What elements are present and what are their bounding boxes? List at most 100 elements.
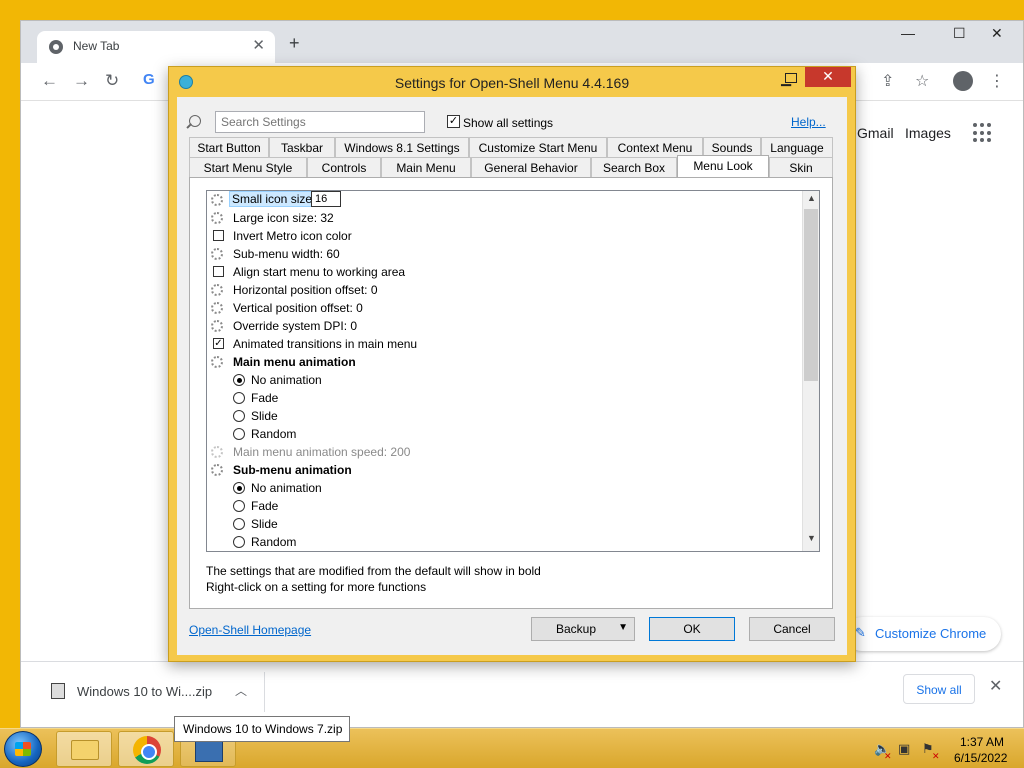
tab-new-tab[interactable]: New Tab ✕ bbox=[37, 31, 275, 63]
settings-tree: Small icon size 16 Large icon size: 32 I… bbox=[206, 190, 820, 552]
taskbar-chrome[interactable] bbox=[118, 731, 174, 767]
dialog-titlebar[interactable]: Settings for Open-Shell Menu 4.4.169 ▁ ✕ bbox=[169, 67, 855, 97]
flag-x-icon: ✕ bbox=[932, 751, 940, 761]
download-bar: Windows 10 to Wi....zip ︿ Show all ✕ bbox=[21, 661, 1023, 723]
tab-start-button[interactable]: Start Button bbox=[189, 137, 269, 157]
show-all-button[interactable]: Show all bbox=[903, 674, 975, 704]
setting-checkbox[interactable] bbox=[213, 230, 224, 241]
tab-customize-start-menu[interactable]: Customize Start Menu bbox=[469, 137, 607, 157]
scroll-thumb[interactable] bbox=[804, 209, 818, 381]
download-item[interactable]: Windows 10 to Wi....zip ︿ bbox=[35, 672, 265, 712]
setting-gear-icon bbox=[211, 302, 223, 314]
ok-button[interactable]: OK bbox=[649, 617, 735, 641]
customize-chrome-button[interactable]: ✎ Customize Chrome bbox=[845, 617, 1001, 651]
tab-start-menu-style[interactable]: Start Menu Style bbox=[189, 157, 307, 177]
customize-chrome-label: Customize Chrome bbox=[875, 626, 987, 641]
tab-skin[interactable]: Skin bbox=[769, 157, 833, 177]
small-icon-size-input[interactable]: 16 bbox=[311, 191, 341, 207]
radio-button[interactable] bbox=[233, 500, 245, 512]
new-tab-button[interactable]: + bbox=[289, 33, 300, 54]
taskbar: 🔈 ✕ ▣ ⚑ ✕ 1:37 AM 6/15/2022 bbox=[0, 728, 1024, 768]
radio-label: No animation bbox=[251, 481, 322, 495]
hint-right-click: Right-click on a setting for more functi… bbox=[206, 580, 427, 594]
share-icon[interactable]: ⇪ bbox=[881, 71, 894, 91]
chevron-up-icon[interactable]: ︿ bbox=[235, 682, 247, 699]
gmail-link[interactable]: Gmail bbox=[857, 125, 894, 141]
open-shell-homepage-link[interactable]: Open-Shell Homepage bbox=[189, 623, 311, 637]
clock-date[interactable]: 6/15/2022 bbox=[954, 751, 1007, 765]
tab-title: New Tab bbox=[73, 39, 120, 53]
tab-controls[interactable]: Controls bbox=[307, 157, 381, 177]
pencil-icon: ✎ bbox=[855, 625, 866, 640]
start-orb-button[interactable] bbox=[4, 731, 42, 767]
bookmark-star-icon[interactable]: ☆ bbox=[915, 71, 929, 91]
images-link[interactable]: Images bbox=[905, 125, 951, 141]
tab-general-behavior[interactable]: General Behavior bbox=[471, 157, 591, 177]
dropdown-arrow-icon: ▼ bbox=[618, 622, 628, 633]
folder-icon bbox=[71, 740, 99, 760]
google-g-icon[interactable]: G bbox=[143, 71, 167, 93]
chrome-menu-icon[interactable]: ⋮ bbox=[989, 71, 1005, 91]
tab-sounds[interactable]: Sounds bbox=[703, 137, 761, 157]
radio-label: Slide bbox=[251, 517, 278, 531]
radio-label: Fade bbox=[251, 391, 279, 405]
setting-label: Override system DPI: 0 bbox=[233, 319, 358, 333]
setting-gear-icon bbox=[211, 356, 223, 368]
setting-label: Animated transitions in main menu bbox=[233, 337, 418, 351]
radio-button[interactable] bbox=[233, 428, 245, 440]
setting-label: Horizontal position offset: 0 bbox=[233, 283, 378, 297]
setting-gear-icon bbox=[211, 284, 223, 296]
network-icon[interactable]: ▣ bbox=[898, 741, 910, 757]
minimize-button[interactable]: — bbox=[901, 25, 915, 41]
forward-arrow-icon[interactable]: → bbox=[73, 71, 90, 91]
menu-look-panel: Small icon size 16 Large icon size: 32 I… bbox=[189, 177, 833, 609]
radio-label: Slide bbox=[251, 409, 278, 423]
download-tooltip: Windows 10 to Windows 7.zip bbox=[174, 716, 350, 742]
radio-button[interactable] bbox=[233, 374, 245, 386]
google-apps-icon[interactable] bbox=[973, 123, 993, 143]
download-bar-close-icon[interactable]: ✕ bbox=[989, 676, 1002, 696]
setting-checkbox[interactable]: ✓ bbox=[213, 338, 224, 349]
setting-gear-icon bbox=[211, 464, 223, 476]
setting-label: Small icon size bbox=[229, 191, 316, 207]
tab-taskbar[interactable]: Taskbar bbox=[269, 137, 335, 157]
radio-button[interactable] bbox=[233, 518, 245, 530]
backup-label: Backup bbox=[555, 622, 597, 636]
taskbar-file-explorer[interactable] bbox=[56, 731, 112, 767]
backup-button[interactable]: Backup ▼ bbox=[531, 617, 635, 641]
setting-checkbox[interactable] bbox=[213, 266, 224, 277]
radio-button[interactable] bbox=[233, 536, 245, 548]
show-all-settings-checkbox[interactable]: ✓ bbox=[447, 115, 460, 128]
search-settings-input[interactable] bbox=[215, 111, 425, 133]
settings-scrollbar[interactable]: ▲ ▼ bbox=[802, 191, 819, 551]
show-all-settings-label: Show all settings bbox=[463, 116, 554, 130]
setting-gear-icon bbox=[211, 212, 223, 224]
reload-icon[interactable]: ↻ bbox=[105, 71, 119, 91]
search-icon bbox=[189, 115, 201, 127]
radio-label: No animation bbox=[251, 373, 322, 387]
radio-button[interactable] bbox=[233, 410, 245, 422]
scroll-up-arrow-icon[interactable]: ▲ bbox=[803, 193, 819, 209]
scroll-down-arrow-icon[interactable]: ▼ bbox=[803, 533, 819, 549]
profile-avatar[interactable] bbox=[953, 71, 973, 91]
tab-main-menu[interactable]: Main Menu bbox=[381, 157, 471, 177]
tab-menu-look[interactable]: Menu Look bbox=[677, 155, 769, 177]
zip-file-icon bbox=[51, 683, 65, 699]
back-arrow-icon[interactable]: ← bbox=[41, 71, 58, 91]
tab-close-icon[interactable]: ✕ bbox=[252, 36, 265, 54]
radio-button[interactable] bbox=[233, 482, 245, 494]
tab-windows-81-settings[interactable]: Windows 8.1 Settings bbox=[335, 137, 469, 157]
close-button[interactable]: ✕ bbox=[991, 25, 1003, 42]
tab-language[interactable]: Language bbox=[761, 137, 833, 157]
dialog-close-button[interactable]: ✕ bbox=[805, 67, 851, 87]
clock-time[interactable]: 1:37 AM bbox=[960, 735, 1004, 749]
cancel-button[interactable]: Cancel bbox=[749, 617, 835, 641]
tab-context-menu[interactable]: Context Menu bbox=[607, 137, 703, 157]
dialog-maximize-button[interactable] bbox=[785, 73, 797, 83]
help-link[interactable]: Help... bbox=[791, 115, 826, 129]
radio-button[interactable] bbox=[233, 392, 245, 404]
setting-label: Vertical position offset: 0 bbox=[233, 301, 363, 315]
maximize-button[interactable]: ☐ bbox=[953, 25, 966, 42]
tab-search-box[interactable]: Search Box bbox=[591, 157, 677, 177]
setting-gear-icon bbox=[211, 320, 223, 332]
